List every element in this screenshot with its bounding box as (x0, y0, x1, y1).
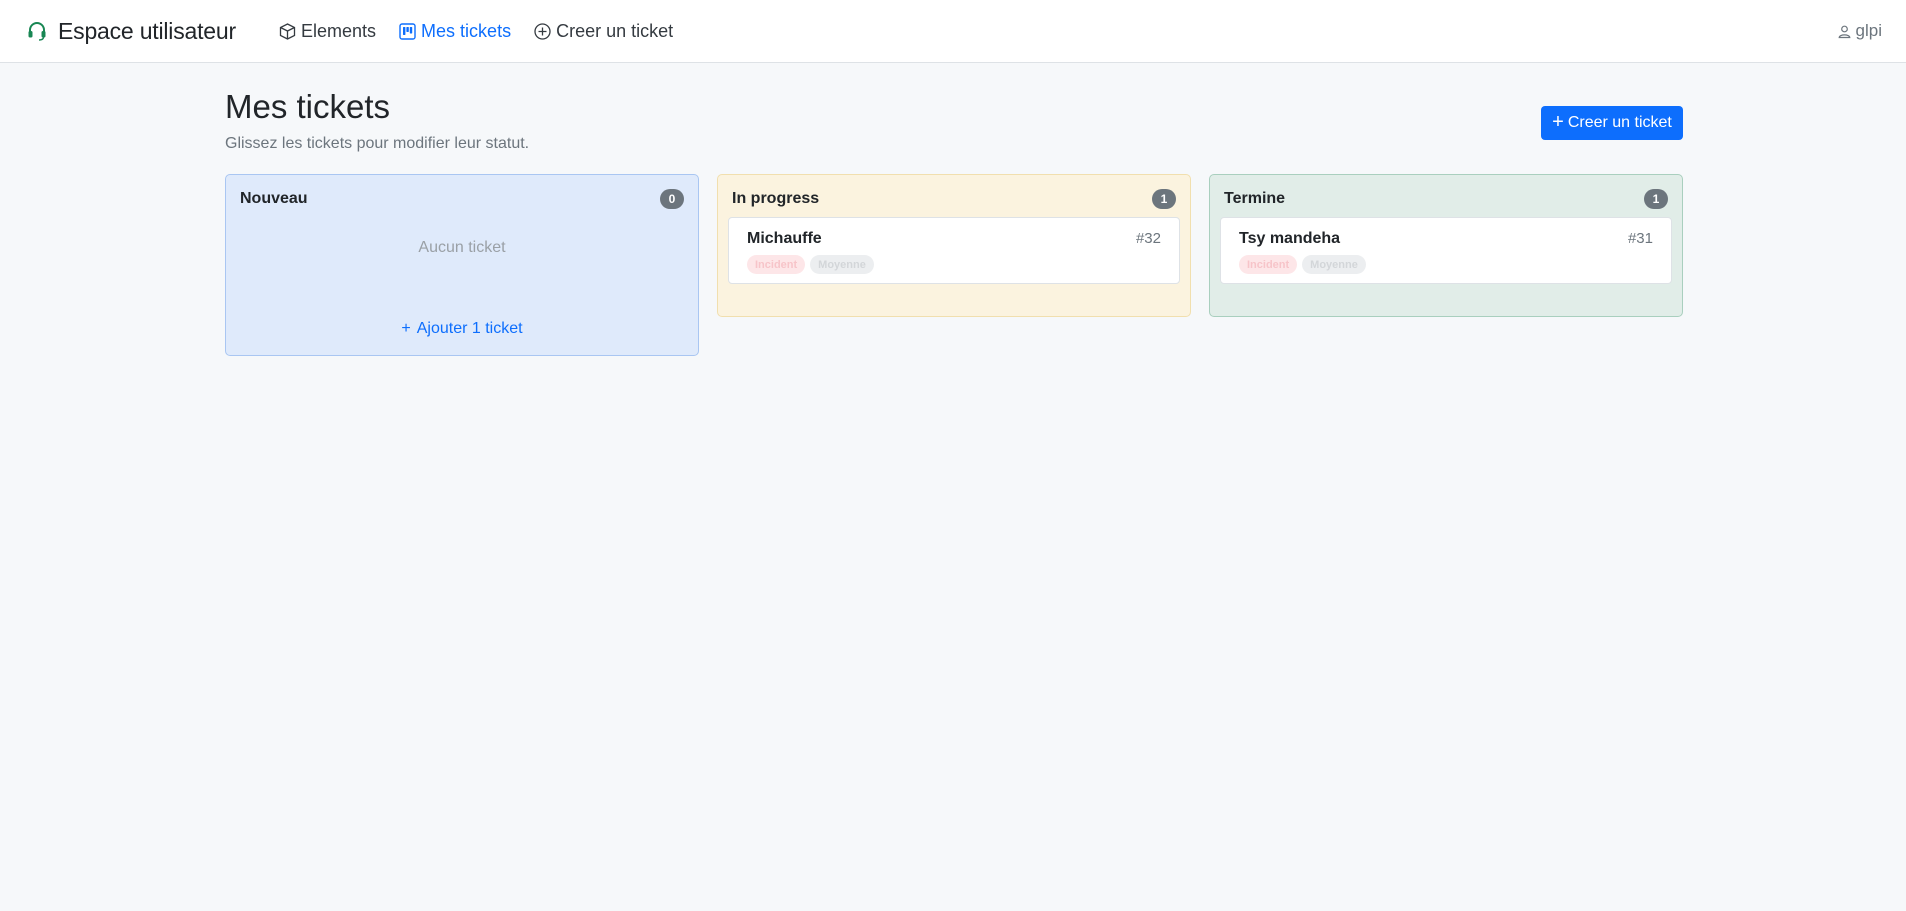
column-title: In progress (732, 190, 820, 207)
person-icon (1837, 24, 1852, 39)
headset-icon (26, 20, 48, 42)
ticket-priority-badge: Moyenne (810, 255, 874, 274)
nav-creer-ticket-label: Creer un ticket (556, 20, 674, 41)
nav-elements-label: Elements (301, 20, 377, 41)
main-nav: Elements Mes tickets Creer un ticket (278, 0, 695, 62)
page-title: Mes tickets (225, 88, 391, 125)
column-nouveau[interactable]: Nouveau 0 Aucun ticket + Ajouter 1 ticket (225, 174, 699, 356)
ticket-title: Tsy mandeha (1239, 230, 1341, 247)
column-title: Termine (1224, 190, 1286, 207)
brand[interactable]: Espace utilisateur (26, 0, 236, 62)
column-header: In progress 1 (732, 187, 1176, 211)
page-subtitle: Glissez les tickets pour modifier leur s… (225, 135, 530, 152)
plus-icon: + (401, 320, 411, 337)
column-in-progress[interactable]: In progress 1 Michauffe #32 Incident Moy… (717, 174, 1191, 317)
nav-elements[interactable]: Elements (278, 21, 376, 42)
create-ticket-button[interactable]: + Creer un ticket (1541, 106, 1683, 140)
nav-creer-ticket[interactable]: Creer un ticket (533, 21, 673, 42)
box-icon (278, 22, 297, 41)
user-menu[interactable]: glpi (1837, 0, 1882, 62)
top-navbar: Espace utilisateur Elements Mes tickets … (0, 0, 1906, 63)
count-badge: 1 (1644, 189, 1668, 209)
column-header: Termine 1 (1224, 187, 1668, 211)
ticket-id: #32 (1135, 230, 1161, 247)
count-badge: 1 (1152, 189, 1176, 209)
column-header: Nouveau 0 (240, 187, 684, 211)
ticket-card[interactable]: Tsy mandeha #31 Incident Moyenne (1220, 217, 1672, 284)
kanban-icon (398, 22, 417, 41)
column-termine[interactable]: Termine 1 Tsy mandeha #31 Incident Moyen… (1209, 174, 1683, 317)
count-badge: 0 (660, 189, 684, 209)
ticket-card[interactable]: Michauffe #32 Incident Moyenne (728, 217, 1180, 284)
ticket-title: Michauffe (747, 230, 822, 247)
user-name: glpi (1855, 21, 1882, 40)
empty-state-text: Aucun ticket (418, 239, 506, 256)
add-ticket-link[interactable]: + Ajouter 1 ticket (226, 320, 698, 338)
ticket-priority-badge: Moyenne (1302, 255, 1366, 274)
ticket-type-badge: Incident (747, 255, 806, 274)
plus-icon: + (1552, 111, 1564, 133)
add-ticket-link-label: Ajouter 1 ticket (416, 320, 523, 337)
create-ticket-button-label: Creer un ticket (1567, 114, 1672, 131)
ticket-tags: Incident Moyenne (747, 255, 879, 274)
brand-title: Espace utilisateur (58, 17, 236, 44)
ticket-tags: Incident Moyenne (1239, 255, 1371, 274)
ticket-type-badge: Incident (1239, 255, 1298, 274)
nav-mes-tickets[interactable]: Mes tickets (398, 21, 511, 42)
nav-mes-tickets-label: Mes tickets (421, 20, 512, 41)
column-title: Nouveau (240, 190, 308, 207)
plus-circle-icon (533, 22, 552, 41)
ticket-id: #31 (1627, 230, 1653, 247)
